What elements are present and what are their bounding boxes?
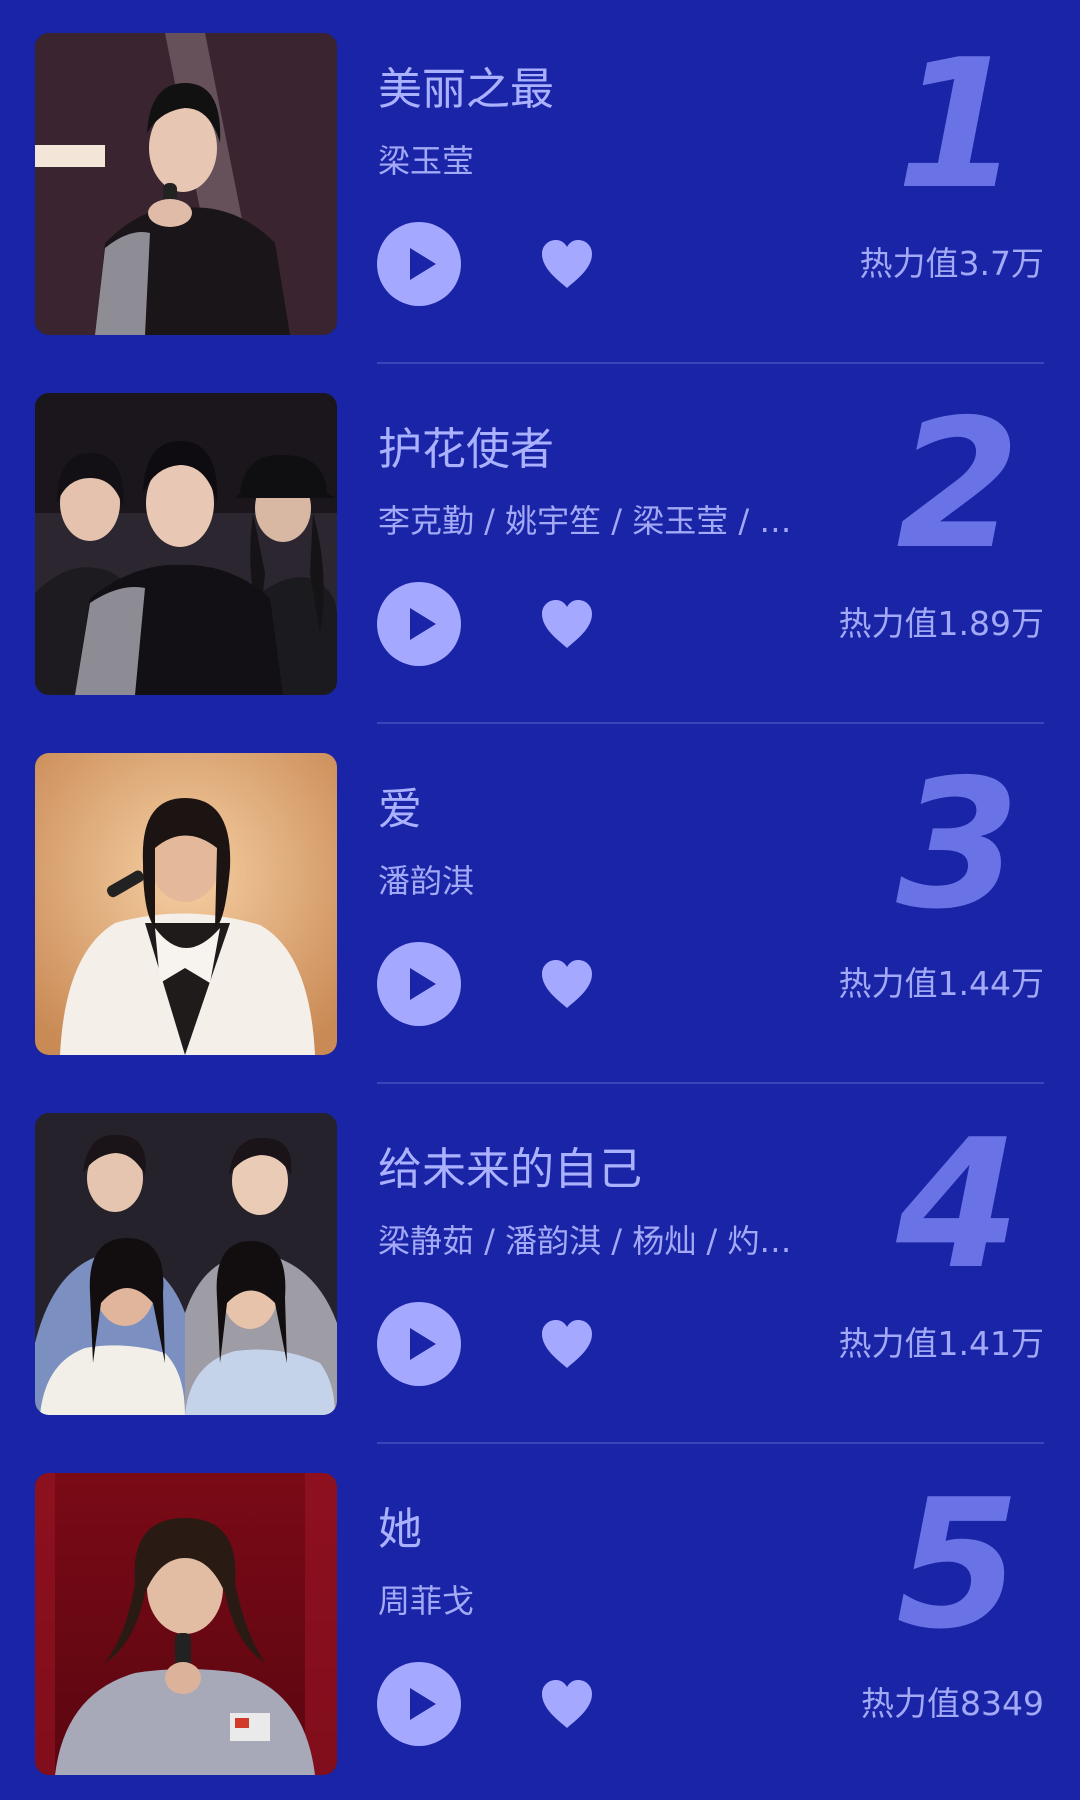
play-button[interactable] [377,222,461,306]
like-button[interactable] [540,1678,594,1730]
heart-icon [542,240,592,288]
song-cover-image[interactable] [35,33,337,335]
play-icon [410,1688,436,1720]
heat-value: 热力值1.89万 [838,604,1044,643]
singer-group-photo [35,1113,337,1415]
singer-photo [35,1473,337,1775]
song-title: 护花使者 [378,424,554,475]
rank-number: 2 [896,381,1020,588]
heart-icon [542,600,592,648]
song-row-1[interactable]: 美丽之最 梁玉莹 1 热力值3.7万 [0,0,1080,364]
play-icon [410,248,436,280]
like-button[interactable] [540,598,594,650]
play-icon [410,968,436,1000]
play-button[interactable] [377,1662,461,1746]
song-row-2[interactable]: 护花使者 李克勤 / 姚宇笙 / 梁玉莹 / … 2 热力值1.89万 [0,360,1080,724]
play-button[interactable] [377,582,461,666]
song-cover-image[interactable] [35,1113,337,1415]
play-icon [410,1328,436,1360]
song-row-5[interactable]: 她 周菲戈 5 热力值8349 [0,1440,1080,1800]
singer-photo [35,33,337,335]
song-artists: 潘韵淇 [378,862,475,900]
heart-icon [542,1320,592,1368]
heat-value: 热力值8349 [861,1684,1044,1723]
rank-number: 1 [896,21,1020,228]
song-row-3[interactable]: 爱 潘韵淇 3 热力值1.44万 [0,720,1080,1084]
singer-group-photo [35,393,337,695]
singer-photo [35,753,337,1055]
play-button[interactable] [377,1302,461,1386]
song-artists: 梁静茹 / 潘韵淇 / 杨灿 / 灼… [378,1222,792,1260]
like-button[interactable] [540,1318,594,1370]
song-ranking-list: 美丽之最 梁玉莹 1 热力值3.7万 护花使者 李克勤 / 姚宇笙 / 梁玉莹 … [0,0,1080,1778]
heart-icon [542,1680,592,1728]
song-title: 给未来的自己 [378,1144,642,1195]
like-button[interactable] [540,238,594,290]
rank-number: 3 [896,741,1020,948]
like-button[interactable] [540,958,594,1010]
heat-value: 热力值1.44万 [838,964,1044,1003]
play-button[interactable] [377,942,461,1026]
song-title: 美丽之最 [378,64,554,115]
song-artists: 李克勤 / 姚宇笙 / 梁玉莹 / … [378,502,792,540]
rank-number: 4 [896,1101,1020,1308]
song-cover-image[interactable] [35,753,337,1055]
heat-value: 热力值3.7万 [859,244,1044,283]
song-row-4[interactable]: 给未来的自己 梁静茹 / 潘韵淇 / 杨灿 / 灼… 4 热力值1.41万 [0,1080,1080,1444]
heat-value: 热力值1.41万 [838,1324,1044,1363]
heart-icon [542,960,592,1008]
song-cover-image[interactable] [35,393,337,695]
song-cover-image[interactable] [35,1473,337,1775]
song-artists: 周菲戈 [378,1582,475,1620]
rank-number: 5 [896,1461,1020,1668]
song-title: 爱 [378,784,422,835]
song-title: 她 [378,1504,422,1555]
play-icon [410,608,436,640]
song-artists: 梁玉莹 [378,142,475,180]
